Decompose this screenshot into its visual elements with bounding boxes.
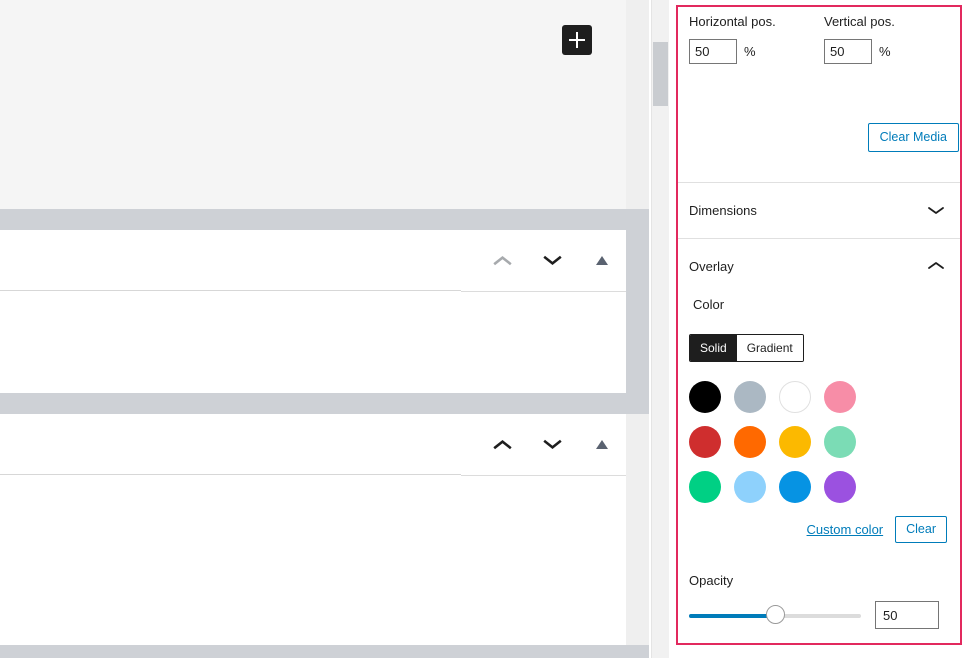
clear-color-button[interactable]: Clear [895,516,947,543]
opacity-number-input[interactable] [875,601,939,629]
vertical-position-unit: % [879,44,891,59]
custom-color-row: Custom color Clear [689,516,947,543]
chevron-down-icon [928,207,944,214]
vertical-position-label: Vertical pos. [824,14,895,29]
block-underline [0,290,461,291]
move-down-button[interactable] [533,241,571,281]
panel-header-overlay[interactable]: Overlay [676,238,962,294]
color-swatch-vivid-green-cyan[interactable] [689,471,721,503]
block-inserter-button[interactable] [562,25,592,55]
color-type-toggle-group[interactable]: Solid Gradient [689,334,804,363]
horizontal-position-input[interactable] [689,39,737,64]
block-spacer-band [0,393,626,414]
color-swatch-white[interactable] [779,381,811,413]
custom-color-link[interactable]: Custom color [807,522,884,537]
panel-header-dimensions[interactable]: Dimensions [676,182,962,238]
settings-sidebar: Horizontal pos. % Vertical pos. % Clear … [669,0,969,658]
canvas-top-area [0,0,626,209]
panel-title-dimensions: Dimensions [689,202,757,218]
vertical-position-input[interactable] [824,39,872,64]
panel-title-overlay: Overlay [689,258,734,274]
chevron-up-icon [928,262,944,269]
canvas-scrollbar[interactable] [651,0,669,658]
block-card[interactable] [0,230,626,393]
overlay-color-label: Color [693,297,725,312]
opacity-slider-thumb[interactable] [765,605,785,624]
color-swatch-luminous-vivid-amber[interactable] [779,426,811,458]
horizontal-position-input-wrap: % [689,39,824,64]
triangle-up-icon [596,440,608,449]
vertical-position-input-wrap: % [824,39,959,64]
horizontal-position-label: Horizontal pos. [689,14,776,29]
color-swatch-pale-pink[interactable] [824,381,856,413]
chevron-down-icon [542,439,562,450]
block-card[interactable] [0,414,626,645]
color-swatch-vivid-cyan-blue[interactable] [779,471,811,503]
chevron-up-icon [492,255,512,266]
opacity-slider[interactable] [689,603,861,627]
clear-media-button[interactable]: Clear Media [867,123,959,152]
clear-media-row: Clear Media [676,123,959,152]
opacity-label: Opacity [689,573,734,588]
overlay-color-palette[interactable] [689,381,904,516]
select-parent-block-button[interactable] [583,425,621,465]
select-parent-block-button[interactable] [583,241,621,281]
block-underline [0,474,461,475]
color-swatch-black[interactable] [689,381,721,413]
color-swatch-vivid-red[interactable] [689,426,721,458]
color-swatch-luminous-vivid-orange[interactable] [734,426,766,458]
color-swatch-light-green-cyan[interactable] [824,426,856,458]
focal-point-position-row: Horizontal pos. % Vertical pos. % [689,14,959,64]
color-swatch-cyan-bluish-gray[interactable] [734,381,766,413]
canvas-gutter [626,0,649,658]
plus-icon-vertical [576,32,578,48]
move-up-button[interactable] [483,425,521,465]
block-toolbar[interactable] [461,230,626,292]
move-up-button[interactable] [483,241,521,281]
color-swatch-pale-cyan-blue[interactable] [734,471,766,503]
color-swatch-vivid-purple[interactable] [824,471,856,503]
move-down-button[interactable] [533,425,571,465]
editor-canvas [0,0,649,658]
canvas-gutter-light [626,0,649,209]
chevron-up-icon [492,439,512,450]
block-spacer-band [0,645,626,658]
settings-sidebar-inner: Horizontal pos. % Vertical pos. % Clear … [676,0,962,658]
opacity-control[interactable] [689,601,947,629]
block-spacer-band [0,209,626,230]
color-type-gradient-button[interactable]: Gradient [736,335,803,362]
chevron-down-icon [542,255,562,266]
horizontal-position-unit: % [744,44,756,59]
triangle-up-icon [596,256,608,265]
color-type-solid-button[interactable]: Solid [690,335,737,362]
canvas-gutter-light [626,414,649,645]
block-toolbar[interactable] [461,414,626,476]
vertical-position-field: Vertical pos. % [824,14,959,64]
opacity-slider-fill [689,613,775,618]
horizontal-position-field: Horizontal pos. % [689,14,824,64]
scrollbar-thumb[interactable] [653,42,668,106]
